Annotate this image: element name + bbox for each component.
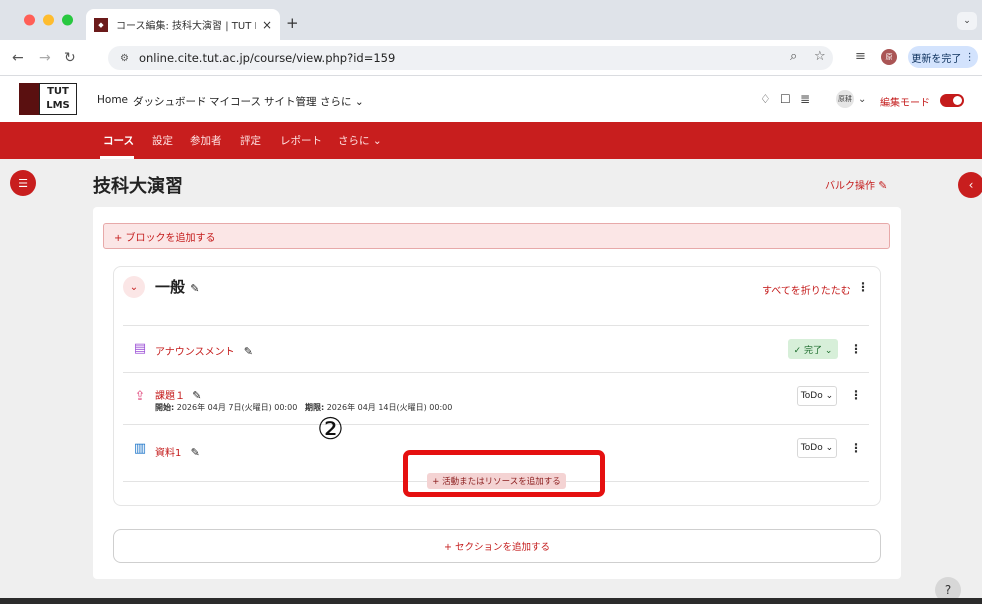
messages-chat-icon[interactable]: ☐ [780,92,791,106]
update-button-label: 更新を完了 [911,53,962,65]
course-secondary-nav [0,122,982,159]
tab-search-chevron-icon[interactable]: ⌄ [957,12,977,30]
tut-logo-icon [19,83,39,115]
back-arrow-icon[interactable]: ← [12,50,24,66]
edit-mode-toggle[interactable] [940,94,964,107]
due-date-label: 期限: [304,403,325,412]
activity-announcements[interactable]: アナウンスメント ✎ [155,343,253,358]
add-block-button[interactable]: + ブロックを追加する [103,223,890,249]
pencil-icon: ✎ [878,179,888,192]
edit-title-pencil-icon[interactable]: ✎ [192,389,201,402]
divider [123,325,869,326]
user-menu-chevron-icon[interactable]: ⌄ [858,94,866,105]
nav-home[interactable]: Home [97,94,128,106]
user-avatar[interactable]: 原耕 [836,90,854,108]
edit-title-pencil-icon[interactable]: ✎ [244,345,253,358]
activity-name: アナウンスメント [155,347,235,358]
section-name-text: 一般 [155,278,186,296]
nav-my-courses[interactable]: マイコース [209,94,261,109]
site-logo[interactable]: TUT LMS [19,83,77,115]
collapse-all-link[interactable]: すべてを折りたたむ [762,282,851,297]
bulk-edit-link[interactable]: バルク操作 ✎ [825,177,887,192]
nav-dashboard[interactable]: ダッシュボード [133,94,207,109]
window-close-button[interactable] [24,14,35,26]
page-title: 技科大演習 [93,176,183,197]
update-browser-button[interactable]: 更新を完了 ⋮ [908,46,978,68]
tab-course[interactable]: コース [103,133,134,148]
activity-name: 課題１ [155,391,185,402]
edit-section-pencil-icon[interactable]: ✎ [190,282,199,295]
annotation-highlight-box [403,450,605,497]
nav-site-admin[interactable]: サイト管理 [264,94,317,109]
divider [123,424,869,425]
add-section-button[interactable]: + セクションを追加する [113,529,881,563]
toggle-knob [953,96,962,105]
forward-arrow-icon[interactable]: → [39,50,51,66]
address-bar[interactable]: ⚙ online.cite.tut.ac.jp/course/view.php?… [108,46,833,70]
activity-assignment-1[interactable]: 課題１ ✎ [155,387,201,402]
activity-kebab-menu-icon[interactable]: ⋮ [850,388,862,402]
url-text: online.cite.tut.ac.jp/course/view.php?id… [138,51,396,65]
notifications-bell-icon[interactable]: ♢ [760,92,771,106]
forum-icon: ▤ [133,340,147,356]
tab-more[interactable]: さらに ⌄ [338,133,382,148]
nav-more[interactable]: さらに ⌄ [320,94,364,109]
block-drawer-button[interactable]: ‹ [958,172,982,198]
activity-dates: 開始: 2026年 04月 7日(火曜日) 00:00 期限: 2026年 04… [155,402,452,413]
activity-resource-1[interactable]: 資料1 ✎ [155,444,200,459]
section-collapse-chevron-icon[interactable]: ⌄ [123,276,145,298]
page-footer-bar [0,598,982,604]
activity-kebab-menu-icon[interactable]: ⋮ [850,342,862,356]
tut-favicon-icon: ◆ [94,17,108,32]
edit-title-pencil-icon[interactable]: ✎ [191,446,200,459]
bulk-edit-label: バルク操作 [825,181,875,192]
browser-tab[interactable]: ◆ コース編集: 技科大演習 | TUT LMS × [86,9,280,40]
new-tab-button[interactable]: + [286,14,299,32]
open-date: 2026年 04月 7日(火曜日) 00:00 [176,403,298,412]
section-title: 一般 ✎ [155,276,199,297]
browser-menu-icon: ⋮ [964,51,975,63]
tab-title: コース編集: 技科大演習 | TUT LMS [116,21,256,32]
logo-text-line-2: LMS [46,100,70,111]
window-minimize-button[interactable] [43,14,54,26]
pdf-file-icon: ▥ [133,440,147,456]
section-kebab-menu-icon[interactable]: ⋮ [857,280,869,294]
tab-close-icon[interactable]: × [262,18,272,32]
storage-database-icon[interactable]: ≣ [800,92,810,106]
activity-name: 資料1 [155,448,182,459]
logo-text-line-1: TUT [47,86,69,97]
edit-mode-label: 編集モード [880,98,930,109]
zoom-magnifier-icon[interactable]: ⌕ [790,49,797,64]
reload-icon[interactable]: ↻ [64,50,76,66]
open-date-label: 開始: [155,403,175,412]
reading-list-icon[interactable]: ≡ [855,49,866,64]
browser-profile-avatar[interactable]: 原 [881,49,897,65]
tab-participants[interactable]: 参加者 [190,133,222,148]
tab-grades[interactable]: 評定 [240,133,261,148]
window-zoom-button[interactable] [62,14,73,26]
course-index-drawer-button[interactable]: ☰ [10,170,36,196]
completion-done-button[interactable]: ✓ 完了 ⌄ [788,339,838,359]
activity-kebab-menu-icon[interactable]: ⋮ [850,441,862,455]
logo-text: TUT LMS [39,83,77,115]
tab-settings[interactable]: 設定 [152,133,173,148]
bookmark-star-icon[interactable]: ☆ [814,49,826,64]
due-date: 2026年 04月 14日(火曜日) 00:00 [326,403,453,412]
annotation-step-number: ② [317,412,344,447]
completion-todo-button[interactable]: ToDo ⌄ [797,386,837,406]
completion-todo-button[interactable]: ToDo ⌄ [797,438,837,458]
tab-reports[interactable]: レポート [280,133,322,148]
assignment-icon: ⇪ [134,388,146,404]
site-settings-icon[interactable]: ⚙ [120,53,129,64]
divider [123,372,869,373]
